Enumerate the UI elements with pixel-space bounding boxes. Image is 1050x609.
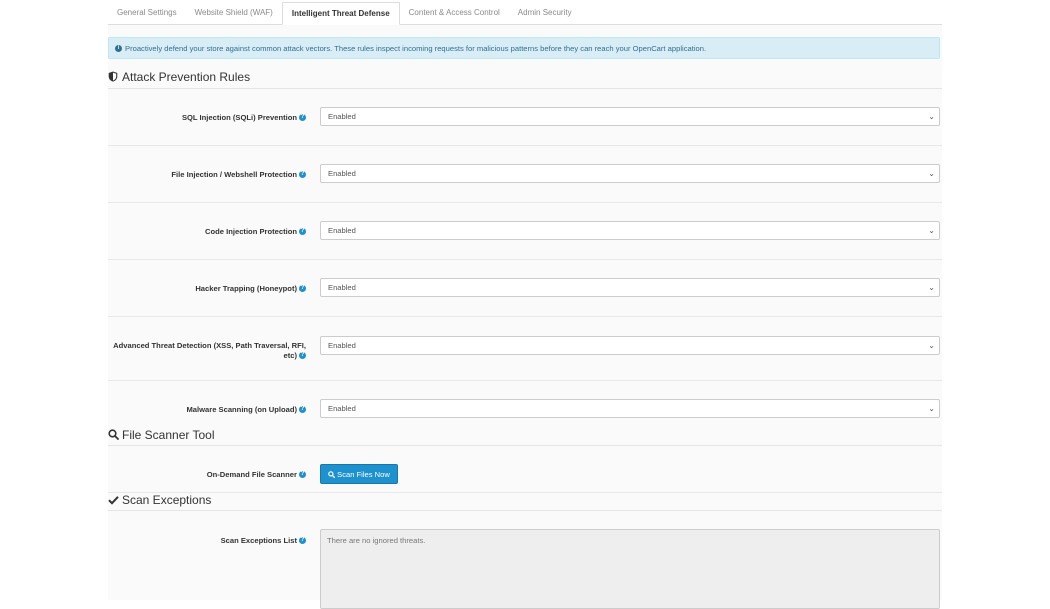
search-icon xyxy=(108,429,120,443)
tab-content-access-control[interactable]: Content & Access Control xyxy=(400,2,509,23)
help-icon[interactable]: ? xyxy=(299,405,306,413)
rule-row-file-injection: File Injection / Webshell Protection? En… xyxy=(108,146,942,203)
settings-panel: General Settings Website Shield (WAF) In… xyxy=(108,0,942,609)
chevron-down-icon: ⌄ xyxy=(928,169,935,178)
chevron-down-icon: ⌄ xyxy=(928,404,935,413)
rule-label: SQL Injection (SQLi) Prevention? xyxy=(181,113,306,122)
help-icon[interactable]: ? xyxy=(299,470,306,478)
attack-prevention-heading: Attack Prevention Rules xyxy=(108,70,942,89)
tab-website-shield[interactable]: Website Shield (WAF) xyxy=(186,2,282,23)
file-scanner-heading: File Scanner Tool xyxy=(108,428,942,446)
tab-bar: General Settings Website Shield (WAF) In… xyxy=(108,2,942,25)
exceptions-section-title: Scan Exceptions xyxy=(122,493,212,507)
chevron-down-icon: ⌄ xyxy=(928,112,935,121)
code-injection-select[interactable]: Enabled ⌄ xyxy=(320,221,940,240)
rule-label: Code Injection Protection? xyxy=(205,227,306,236)
help-icon[interactable]: ? xyxy=(299,284,306,292)
rule-row-advanced-threat: Advanced Threat Detection (XSS, Path Tra… xyxy=(108,317,942,381)
scan-exceptions-heading: Scan Exceptions xyxy=(108,493,942,511)
help-icon[interactable]: ? xyxy=(299,351,306,359)
rule-row-honeypot: Hacker Trapping (Honeypot)? Enabled ⌄ xyxy=(108,260,942,317)
tab-admin-security[interactable]: Admin Security xyxy=(509,2,581,23)
info-circle-icon: i xyxy=(115,44,122,52)
search-icon xyxy=(328,470,335,478)
rule-row-malware: Malware Scanning (on Upload)? Enabled ⌄ xyxy=(108,381,942,425)
help-icon[interactable]: ? xyxy=(299,170,306,178)
rule-label: Advanced Threat Detection (XSS, Path Tra… xyxy=(113,341,306,360)
shield-icon xyxy=(108,71,120,85)
file-injection-select[interactable]: Enabled ⌄ xyxy=(320,164,940,183)
help-icon[interactable]: ? xyxy=(299,113,306,121)
rule-label: Malware Scanning (on Upload)? xyxy=(186,405,306,414)
chevron-down-icon: ⌄ xyxy=(928,341,935,350)
advanced-threat-select[interactable]: Enabled ⌄ xyxy=(320,336,940,355)
help-icon[interactable]: ? xyxy=(299,536,306,544)
exceptions-label: Scan Exceptions List? xyxy=(220,536,306,545)
check-icon xyxy=(108,494,120,508)
scan-exceptions-list[interactable]: There are no ignored threats. xyxy=(320,529,940,609)
rule-label: File Injection / Webshell Protection? xyxy=(171,170,306,179)
sqli-prevention-select[interactable]: Enabled ⌄ xyxy=(320,107,940,126)
attack-section-title: Attack Prevention Rules xyxy=(122,70,251,84)
rule-row-code-injection: Code Injection Protection? Enabled ⌄ xyxy=(108,203,942,260)
malware-scanning-select[interactable]: Enabled ⌄ xyxy=(320,399,940,418)
honeypot-select[interactable]: Enabled ⌄ xyxy=(320,278,940,297)
scanner-section-title: File Scanner Tool xyxy=(122,428,215,442)
chevron-down-icon: ⌄ xyxy=(928,283,935,292)
rule-row-sqli: SQL Injection (SQLi) Prevention? Enabled… xyxy=(108,89,942,146)
alert-text: Proactively defend your store against co… xyxy=(125,44,707,53)
exceptions-placeholder: There are no ignored threats. xyxy=(327,536,426,545)
scan-files-button[interactable]: Scan Files Now xyxy=(320,464,398,484)
tab-intelligent-threat-defense[interactable]: Intelligent Threat Defense xyxy=(281,2,400,25)
scanner-label: On-Demand File Scanner? xyxy=(206,470,306,479)
tab-general-settings[interactable]: General Settings xyxy=(108,2,186,23)
info-alert: i Proactively defend your store against c… xyxy=(108,37,940,59)
file-scanner-row: On-Demand File Scanner? Scan Files Now xyxy=(108,446,942,493)
chevron-down-icon: ⌄ xyxy=(928,226,935,235)
help-icon[interactable]: ? xyxy=(299,227,306,235)
rule-label: Hacker Trapping (Honeypot)? xyxy=(195,284,306,293)
